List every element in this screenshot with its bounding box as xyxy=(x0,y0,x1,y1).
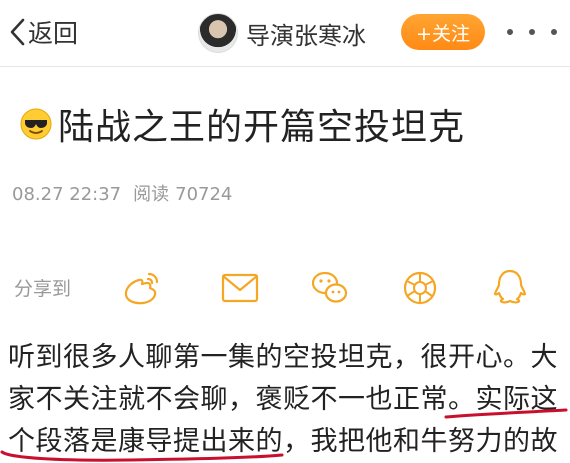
moments-icon[interactable] xyxy=(398,266,442,310)
body-line: 个段落是康导提出来的，我把他和牛努力的故 xyxy=(8,426,558,457)
publish-date: 08.27 22:37 xyxy=(12,184,122,205)
article-title: 陆战之王的开篇空投坦克 xyxy=(20,98,465,150)
body-line: 听到很多人聊第一集的空投坦克，很开心。大 xyxy=(8,342,558,373)
chevron-left-icon xyxy=(10,18,25,46)
share-bar: 分享到 xyxy=(0,262,570,312)
wechat-icon[interactable] xyxy=(308,266,352,310)
avatar[interactable] xyxy=(198,13,238,53)
article-page: 返回 导演张寒冰 +关注 陆战之王的开篇空投坦克 08.27 22:37 阅读 70… xyxy=(0,0,570,463)
read-label: 阅读 xyxy=(133,184,170,205)
back-label: 返回 xyxy=(28,19,79,48)
back-button[interactable]: 返回 xyxy=(8,14,78,50)
sunglasses-emoji-icon xyxy=(20,108,52,140)
read-count: 70724 xyxy=(175,184,233,205)
follow-button[interactable]: +关注 xyxy=(401,14,485,50)
article-title-text: 陆战之王的开篇空投坦克 xyxy=(58,107,466,148)
author-info[interactable]: 导演张寒冰 xyxy=(198,13,366,53)
more-options-icon[interactable] xyxy=(507,20,557,44)
mail-icon[interactable] xyxy=(218,266,262,310)
share-label: 分享到 xyxy=(14,278,72,300)
top-nav-bar: 返回 导演张寒冰 +关注 xyxy=(0,0,570,67)
article-body: 听到很多人聊第一集的空投坦克，很开心。大 家不关注就不会聊，褒贬不一也正常。实际… xyxy=(8,337,564,463)
author-name[interactable]: 导演张寒冰 xyxy=(246,16,366,51)
weibo-icon[interactable] xyxy=(121,266,165,310)
qq-icon[interactable] xyxy=(488,266,532,310)
body-line: 家不关注就不会聊，褒贬不一也正常。实际这 xyxy=(8,384,558,415)
article-meta: 08.27 22:37 阅读 70724 xyxy=(12,180,244,206)
